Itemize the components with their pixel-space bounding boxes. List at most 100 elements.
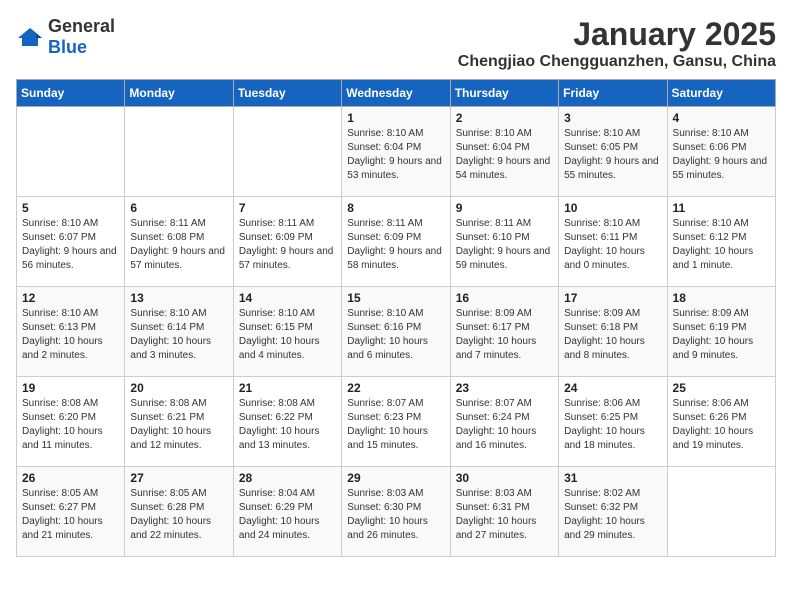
day-info: Sunrise: 8:04 AMSunset: 6:29 PMDaylight:… — [239, 487, 336, 543]
day-number: 30 — [456, 471, 553, 485]
day-cell: 3Sunrise: 8:10 AMSunset: 6:05 PMDaylight… — [559, 107, 667, 197]
day-cell: 15 Sunrise: 8:10 AMSunset: 6:16 PMDayligh… — [342, 287, 450, 377]
day-cell — [667, 467, 775, 557]
day-number: 7 — [239, 201, 336, 215]
day-cell: 20 Sunrise: 8:08 AMSunset: 6:21 PMDayligh… — [125, 377, 233, 467]
calendar-title: January 2025 — [458, 16, 776, 53]
day-cell: 23Sunrise: 8:07 AMSunset: 6:24 PMDayligh… — [450, 377, 558, 467]
day-info: Sunrise: 8:10 AMSunset: 6:13 PMDaylight:… — [22, 307, 119, 363]
day-cell: 16 Sunrise: 8:09 AMSunset: 6:17 PMDayligh… — [450, 287, 558, 377]
day-number: 26 — [22, 471, 119, 485]
day-number: 2 — [456, 111, 553, 125]
day-number: 14 — [239, 291, 336, 305]
day-info: Sunrise: 8:11 AMSunset: 6:10 PMDaylight:… — [456, 217, 553, 273]
day-number: 29 — [347, 471, 444, 485]
day-cell: 24 Sunrise: 8:06 AMSunset: 6:25 PMDayligh… — [559, 377, 667, 467]
day-cell: 22Sunrise: 8:07 AMSunset: 6:23 PMDayligh… — [342, 377, 450, 467]
day-number: 6 — [130, 201, 227, 215]
calendar-subtitle: Chengjiao Chengguanzhen, Gansu, China — [458, 53, 776, 71]
day-number: 5 — [22, 201, 119, 215]
day-info: Sunrise: 8:05 AMSunset: 6:28 PMDaylight:… — [130, 487, 227, 543]
day-cell: 2 Sunrise: 8:10 AMSunset: 6:04 PMDaylight… — [450, 107, 558, 197]
day-cell: 1 Sunrise: 8:10 AMSunset: 6:04 PMDaylight… — [342, 107, 450, 197]
day-info: Sunrise: 8:03 AMSunset: 6:31 PMDaylight:… — [456, 487, 553, 543]
day-info: Sunrise: 8:11 AMSunset: 6:08 PMDaylight:… — [130, 217, 227, 273]
day-info: Sunrise: 8:08 AMSunset: 6:20 PMDaylight:… — [22, 397, 119, 453]
day-cell: 18Sunrise: 8:09 AMSunset: 6:19 PMDayligh… — [667, 287, 775, 377]
day-info: Sunrise: 8:10 AMSunset: 6:11 PMDaylight:… — [564, 217, 661, 273]
day-number: 22 — [347, 381, 444, 395]
day-number: 15 — [347, 291, 444, 305]
week-row-1: 1 Sunrise: 8:10 AMSunset: 6:04 PMDaylight… — [17, 107, 776, 197]
day-info: Sunrise: 8:09 AMSunset: 6:19 PMDaylight:… — [673, 307, 770, 363]
day-info: Sunrise: 8:10 AMSunset: 6:07 PMDaylight:… — [22, 217, 119, 273]
day-number: 12 — [22, 291, 119, 305]
day-number: 20 — [130, 381, 227, 395]
week-row-3: 12 Sunrise: 8:10 AMSunset: 6:13 PMDayligh… — [17, 287, 776, 377]
day-cell: 28 Sunrise: 8:04 AMSunset: 6:29 PMDayligh… — [233, 467, 341, 557]
day-info: Sunrise: 8:02 AMSunset: 6:32 PMDaylight:… — [564, 487, 661, 543]
weekday-friday: Friday — [559, 80, 667, 107]
day-info: Sunrise: 8:09 AMSunset: 6:17 PMDaylight:… — [456, 307, 553, 363]
day-info: Sunrise: 8:06 AMSunset: 6:26 PMDaylight:… — [673, 397, 770, 453]
day-cell: 4Sunrise: 8:10 AMSunset: 6:06 PMDaylight… — [667, 107, 775, 197]
day-info: Sunrise: 8:09 AMSunset: 6:18 PMDaylight:… — [564, 307, 661, 363]
day-info: Sunrise: 8:10 AMSunset: 6:16 PMDaylight:… — [347, 307, 444, 363]
day-number: 23 — [456, 381, 553, 395]
day-number: 27 — [130, 471, 227, 485]
day-info: Sunrise: 8:10 AMSunset: 6:14 PMDaylight:… — [130, 307, 227, 363]
day-cell: 17 Sunrise: 8:09 AMSunset: 6:18 PMDayligh… — [559, 287, 667, 377]
day-info: Sunrise: 8:10 AMSunset: 6:12 PMDaylight:… — [673, 217, 770, 273]
day-cell: 26 Sunrise: 8:05 AMSunset: 6:27 PMDayligh… — [17, 467, 125, 557]
calendar-body: 1 Sunrise: 8:10 AMSunset: 6:04 PMDaylight… — [17, 107, 776, 557]
day-info: Sunrise: 8:11 AMSunset: 6:09 PMDaylight:… — [347, 217, 444, 273]
day-cell: 11 Sunrise: 8:10 AMSunset: 6:12 PMDayligh… — [667, 197, 775, 287]
day-number: 1 — [347, 111, 444, 125]
weekday-thursday: Thursday — [450, 80, 558, 107]
day-info: Sunrise: 8:08 AMSunset: 6:21 PMDaylight:… — [130, 397, 227, 453]
calendar-table: SundayMondayTuesdayWednesdayThursdayFrid… — [16, 79, 776, 557]
day-info: Sunrise: 8:10 AMSunset: 6:04 PMDaylight:… — [347, 127, 444, 183]
day-cell: 12 Sunrise: 8:10 AMSunset: 6:13 PMDayligh… — [17, 287, 125, 377]
weekday-saturday: Saturday — [667, 80, 775, 107]
day-info: Sunrise: 8:03 AMSunset: 6:30 PMDaylight:… — [347, 487, 444, 543]
logo-general: General — [48, 16, 115, 36]
week-row-2: 5 Sunrise: 8:10 AMSunset: 6:07 PMDaylight… — [17, 197, 776, 287]
logo-icon — [16, 26, 44, 48]
day-info: Sunrise: 8:10 AMSunset: 6:04 PMDaylight:… — [456, 127, 553, 183]
day-info: Sunrise: 8:10 AMSunset: 6:05 PMDaylight:… — [564, 127, 661, 183]
day-info: Sunrise: 8:10 AMSunset: 6:06 PMDaylight:… — [673, 127, 770, 183]
day-cell: 10 Sunrise: 8:10 AMSunset: 6:11 PMDayligh… — [559, 197, 667, 287]
day-info: Sunrise: 8:08 AMSunset: 6:22 PMDaylight:… — [239, 397, 336, 453]
day-cell — [17, 107, 125, 197]
week-row-4: 19 Sunrise: 8:08 AMSunset: 6:20 PMDayligh… — [17, 377, 776, 467]
day-cell: 19 Sunrise: 8:08 AMSunset: 6:20 PMDayligh… — [17, 377, 125, 467]
day-cell: 29 Sunrise: 8:03 AMSunset: 6:30 PMDayligh… — [342, 467, 450, 557]
day-cell: 5 Sunrise: 8:10 AMSunset: 6:07 PMDaylight… — [17, 197, 125, 287]
day-number: 10 — [564, 201, 661, 215]
day-number: 19 — [22, 381, 119, 395]
day-number: 24 — [564, 381, 661, 395]
day-number: 28 — [239, 471, 336, 485]
day-number: 8 — [347, 201, 444, 215]
day-info: Sunrise: 8:10 AMSunset: 6:15 PMDaylight:… — [239, 307, 336, 363]
day-number: 16 — [456, 291, 553, 305]
day-cell: 6 Sunrise: 8:11 AMSunset: 6:08 PMDaylight… — [125, 197, 233, 287]
day-info: Sunrise: 8:06 AMSunset: 6:25 PMDaylight:… — [564, 397, 661, 453]
day-cell: 31Sunrise: 8:02 AMSunset: 6:32 PMDayligh… — [559, 467, 667, 557]
day-number: 11 — [673, 201, 770, 215]
weekday-sunday: Sunday — [17, 80, 125, 107]
day-cell — [233, 107, 341, 197]
weekday-header-row: SundayMondayTuesdayWednesdayThursdayFrid… — [17, 80, 776, 107]
page-header: General Blue January 2025 Chengjiao Chen… — [16, 16, 776, 71]
title-block: January 2025 Chengjiao Chengguanzhen, Ga… — [458, 16, 776, 71]
day-info: Sunrise: 8:11 AMSunset: 6:09 PMDaylight:… — [239, 217, 336, 273]
day-info: Sunrise: 8:05 AMSunset: 6:27 PMDaylight:… — [22, 487, 119, 543]
logo: General Blue — [16, 16, 115, 58]
day-cell: 13Sunrise: 8:10 AMSunset: 6:14 PMDayligh… — [125, 287, 233, 377]
calendar-header: SundayMondayTuesdayWednesdayThursdayFrid… — [17, 80, 776, 107]
day-number: 17 — [564, 291, 661, 305]
logo-blue: Blue — [48, 37, 87, 57]
day-cell: 21Sunrise: 8:08 AMSunset: 6:22 PMDayligh… — [233, 377, 341, 467]
weekday-monday: Monday — [125, 80, 233, 107]
